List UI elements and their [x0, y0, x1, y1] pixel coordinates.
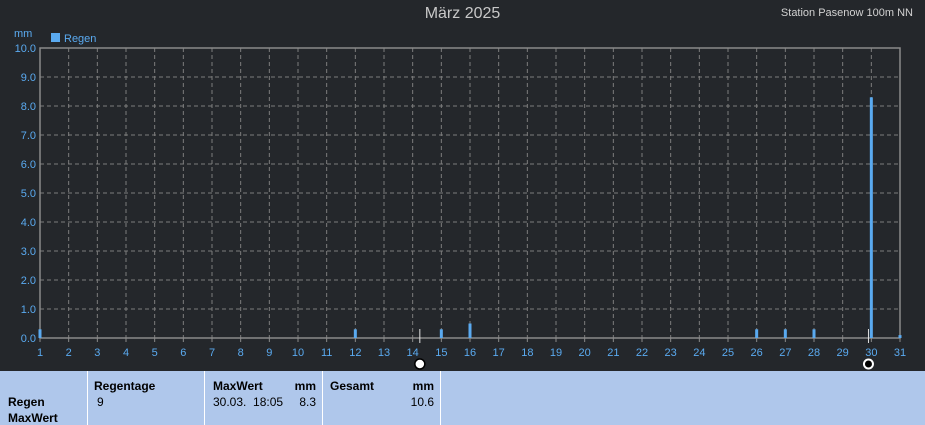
y-tick-label: 0.0	[21, 333, 36, 345]
y-tick-label: 5.0	[21, 188, 36, 200]
rain-bar	[812, 329, 816, 338]
stats-row-label-cell: Regen MaxWert	[0, 371, 88, 425]
x-tick-label: 10	[292, 347, 304, 359]
stats-regentage-label: Regentage	[94, 379, 156, 393]
x-tick-label: 26	[751, 347, 763, 359]
chart-canvas: 0.01.02.03.04.05.06.07.08.09.010.01 2 3 4 5 6…	[14, 28, 906, 370]
stats-gesamt-cell: Gesamt mm 10.6	[323, 371, 441, 425]
rain-bar	[439, 329, 443, 338]
stats-maxwert-value: 8.3	[299, 395, 316, 409]
y-tick-label: 7.0	[21, 130, 36, 142]
rain-bar	[898, 335, 902, 338]
rain-bar	[755, 329, 759, 338]
x-tick-label: 19	[550, 347, 562, 359]
y-tick-label: 9.0	[21, 72, 36, 84]
x-tick-label: 25	[722, 347, 734, 359]
x-tick-label: 23	[665, 347, 677, 359]
chart: März 2025 Station Pasenow 100m NN 0.0 1.0…	[0, 0, 925, 370]
stats-row-label: Regen	[8, 395, 45, 409]
y-tick-label: 10.0	[15, 43, 36, 55]
x-tick-label: 6	[180, 347, 186, 359]
x-tick-label: 8	[238, 347, 244, 359]
x-tick-label: 5	[152, 347, 158, 359]
full-moon-icon	[414, 358, 426, 370]
legend-label: Regen	[64, 33, 96, 45]
stats-maxwert-label: MaxWert	[213, 379, 263, 393]
x-tick-label: 20	[579, 347, 591, 359]
stats-regentage-value: 9	[97, 395, 104, 409]
new-moon-icon	[864, 360, 872, 368]
x-tick-label: 15	[435, 347, 447, 359]
x-tick-label: 11	[321, 347, 332, 359]
x-tick-label: 29	[837, 347, 849, 359]
x-tick-label: 31	[894, 347, 906, 359]
stats-gesamt-value: 10.6	[410, 395, 434, 409]
stats-regentage-cell: Regentage 9	[88, 371, 205, 425]
y-tick-label: 3.0	[21, 246, 36, 258]
stats-gesamt-unit: mm	[412, 379, 434, 393]
legend-swatch	[51, 33, 60, 42]
stats-maxwert-cell: MaxWert mm 30.03. 18:05 8.3	[205, 371, 323, 425]
rain-bar	[869, 97, 873, 338]
y-tick-label: 6.0	[21, 159, 36, 171]
y-tick-label: 2.0	[21, 275, 36, 287]
y-tick-label: 4.0	[21, 217, 36, 229]
x-tick-label: 24	[693, 347, 705, 359]
stats-maxwert-unit: mm	[294, 379, 316, 393]
x-tick-label: 18	[521, 347, 533, 359]
x-tick-label: 13	[378, 347, 390, 359]
x-tick-label: 9	[266, 347, 272, 359]
stats-row-sublabel: MaxWert	[8, 411, 58, 425]
x-tick-label: 27	[779, 347, 791, 359]
x-tick-label: 22	[636, 347, 648, 359]
x-tick-label: 28	[808, 347, 820, 359]
x-tick-label: 2	[66, 347, 72, 359]
rain-bar	[38, 329, 42, 338]
y-tick-label: 8.0	[21, 101, 36, 113]
x-tick-label: 4	[123, 347, 129, 359]
x-tick-label: 30	[865, 347, 877, 359]
y-tick-label: 1.0	[21, 304, 36, 316]
x-tick-label: 14	[407, 347, 419, 359]
x-tick-label: 17	[493, 347, 505, 359]
stats-maxwert-date: 30.03. 18:05	[213, 395, 284, 409]
rain-bar	[468, 323, 472, 338]
rain-bar	[353, 329, 357, 338]
x-tick-label: 3	[94, 347, 100, 359]
x-tick-label: 12	[349, 347, 361, 359]
x-tick-label: 21	[607, 347, 619, 359]
stats-panel: Regen MaxWert Regentage 9 MaxWert mm 30.…	[0, 371, 925, 425]
y-axis-unit: mm	[14, 28, 32, 40]
rain-bar	[783, 329, 787, 338]
x-tick-label: 1	[37, 347, 43, 359]
stats-gesamt-label: Gesamt	[330, 379, 375, 393]
x-tick-label: 7	[209, 347, 215, 359]
x-tick-label: 16	[464, 347, 476, 359]
